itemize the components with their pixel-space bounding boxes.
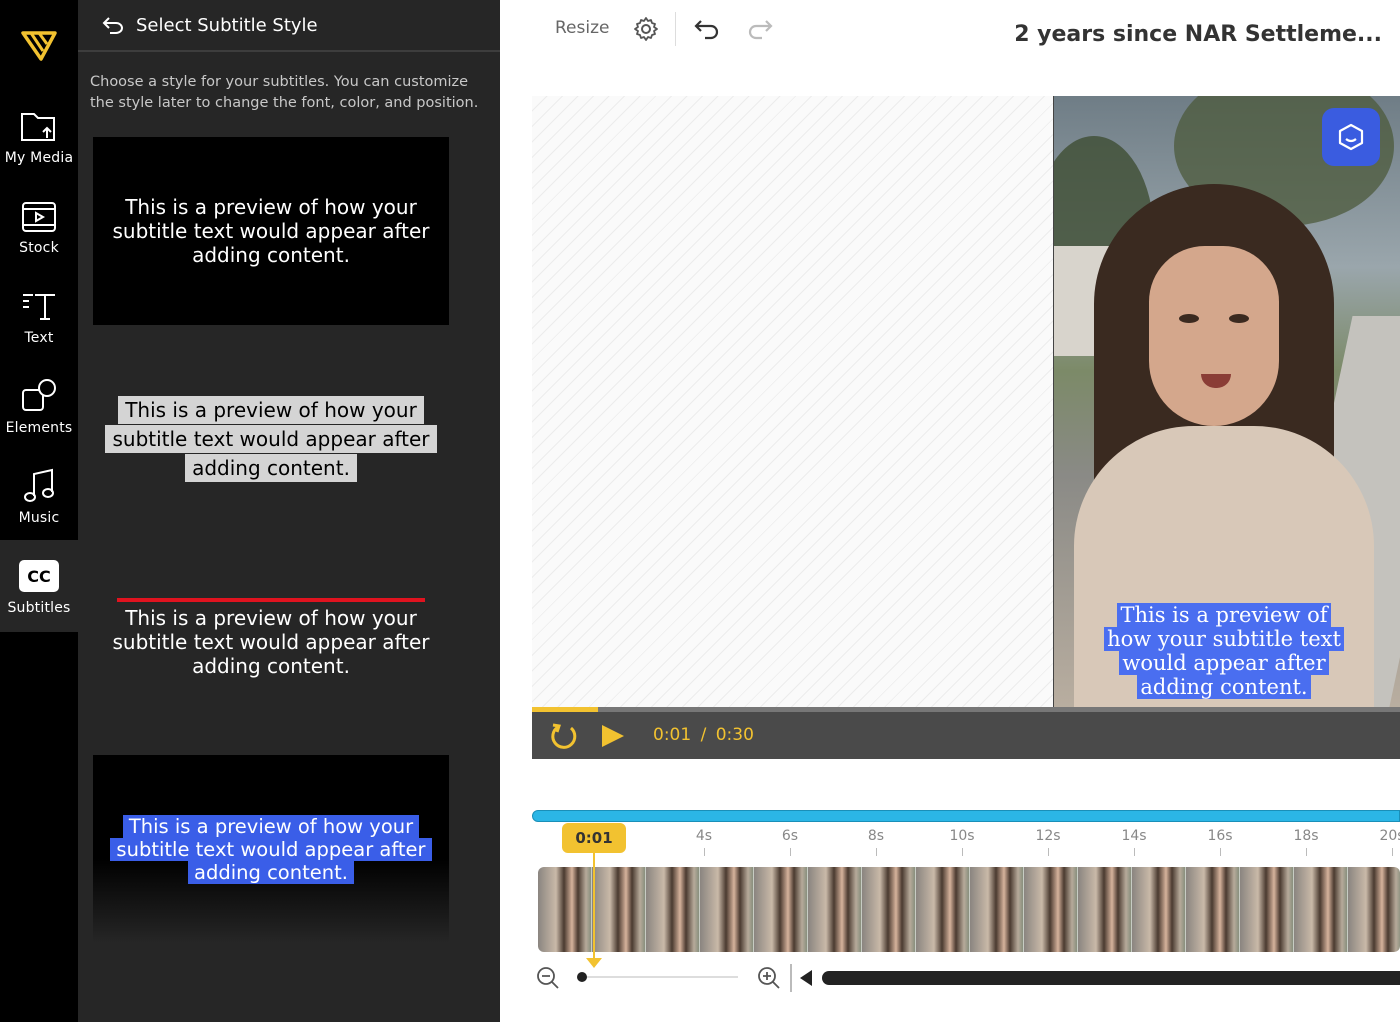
left-rail: My Media Stock Text Elements Music CC Su… [0, 0, 78, 1022]
timeline-tick-label: 12s [1035, 828, 1061, 844]
redo-icon[interactable] [745, 14, 775, 44]
rail-item-stock[interactable]: Stock [0, 180, 78, 270]
style-preview-text: This is a preview of how your subtitle t… [112, 606, 430, 678]
timeline-tick-label: 18s [1293, 828, 1319, 844]
timeline-scrollbar[interactable] [822, 971, 1400, 985]
playhead-label[interactable]: 0:01 [562, 823, 626, 853]
rail-label: My Media [4, 150, 74, 166]
timeline-tick-mark [1134, 848, 1135, 856]
scroll-left-arrow-icon[interactable] [800, 970, 812, 986]
subtitle-style-red-bar[interactable]: This is a preview of how your subtitle t… [93, 598, 449, 698]
rail-item-subtitles[interactable]: CC Subtitles [0, 540, 78, 632]
replay-icon[interactable] [548, 720, 580, 752]
project-title[interactable]: 2 years since NAR Settleme... [1014, 22, 1382, 47]
subtitle-style-plain[interactable]: This is a preview of how your subtitle t… [93, 137, 449, 325]
style-preview-text: This is a preview of how your subtitle t… [112, 195, 430, 267]
folder-upload-icon [18, 106, 60, 146]
chat-bubble-icon [1338, 123, 1364, 151]
app-logo[interactable] [0, 0, 78, 90]
subtitle-style-panel: Select Subtitle Style Choose a style for… [78, 0, 500, 1022]
style-preview-text: This is a preview of how your subtitle t… [110, 814, 432, 884]
video-track-filmstrip[interactable] [538, 867, 1400, 952]
timeline-tick-label: 10s [949, 828, 975, 844]
panel-title: Select Subtitle Style [136, 14, 318, 36]
zoom-slider-knob[interactable] [577, 972, 587, 982]
timeline-audio-track[interactable] [532, 810, 1400, 822]
text-icon [18, 286, 60, 326]
timeline-divider [790, 964, 792, 992]
editor-toolbar: Resize 2 years since NAR Settleme... [500, 0, 1400, 70]
panel-description: Choose a style for your subtitles. You c… [90, 74, 479, 111]
presenter-face [1149, 246, 1279, 426]
zoom-in-icon[interactable] [756, 965, 782, 991]
undo-icon[interactable] [692, 14, 722, 44]
panel-header: Select Subtitle Style [78, 0, 500, 52]
timeline-tick-label: 8s [867, 828, 885, 844]
rail-item-my-media[interactable]: My Media [0, 90, 78, 180]
rail-label: Music [18, 510, 60, 526]
current-time: 0:01 [653, 725, 692, 745]
svg-text:CC: CC [27, 567, 50, 586]
rail-label: Elements [5, 420, 73, 436]
video-subtitle[interactable]: This is a preview of how your subtitle t… [1094, 603, 1354, 699]
rail-label: Stock [19, 240, 59, 256]
cc-icon: CC [18, 556, 60, 596]
timeline-tick-mark [790, 848, 791, 856]
rail-item-elements[interactable]: Elements [0, 360, 78, 450]
back-arrow-icon[interactable] [102, 14, 124, 36]
timeline-tick-mark [876, 848, 877, 856]
rail-label: Subtitles [7, 600, 71, 616]
player-controls: 0:01 / 0:30 [532, 712, 1400, 759]
rail-item-text[interactable]: Text [0, 270, 78, 360]
red-accent-bar [117, 598, 425, 602]
subtitle-style-blue-highlight[interactable]: This is a preview of how your subtitle t… [93, 755, 449, 943]
play-icon[interactable] [596, 720, 628, 752]
playhead-line[interactable] [593, 852, 595, 962]
resize-button[interactable]: Resize [555, 18, 609, 38]
logo-icon [21, 31, 57, 61]
time-separator: / [700, 725, 707, 745]
style-preview-text: This is a preview of how your subtitle t… [105, 395, 437, 482]
timeline-tick-label: 4s [695, 828, 713, 844]
timeline-tick-mark [1048, 848, 1049, 856]
timeline-tick-mark [1392, 848, 1393, 856]
timeline-tick-label: 20s [1379, 828, 1400, 844]
timeline-tick-label: 6s [781, 828, 799, 844]
help-chat-button[interactable] [1322, 108, 1380, 166]
rail-item-music[interactable]: Music [0, 450, 78, 540]
timeline-tick-mark [1306, 848, 1307, 856]
video-canvas[interactable]: This is a preview of how your subtitle t… [532, 96, 1400, 708]
settings-gear-icon[interactable] [631, 14, 661, 44]
toolbar-divider [675, 12, 676, 46]
timeline-tick-mark [704, 848, 705, 856]
film-icon [18, 196, 60, 236]
playhead-marker [586, 958, 602, 968]
timeline-tick-label: 14s [1121, 828, 1147, 844]
video-frame[interactable]: This is a preview of how your subtitle t… [1053, 96, 1400, 708]
shapes-icon [18, 376, 60, 416]
music-note-icon [18, 466, 60, 506]
timeline-tick-label: 16s [1207, 828, 1233, 844]
subtitle-style-gray-box[interactable]: This is a preview of how your subtitle t… [93, 384, 449, 494]
video-subtitle-text: This is a preview of how your subtitle t… [1104, 603, 1344, 699]
rail-label: Text [24, 330, 54, 346]
timeline-tick-mark [962, 848, 963, 856]
timeline-tick-mark [1220, 848, 1221, 856]
duration: 0:30 [715, 725, 754, 745]
zoom-out-icon[interactable] [535, 965, 561, 991]
zoom-slider-track[interactable] [580, 976, 738, 978]
